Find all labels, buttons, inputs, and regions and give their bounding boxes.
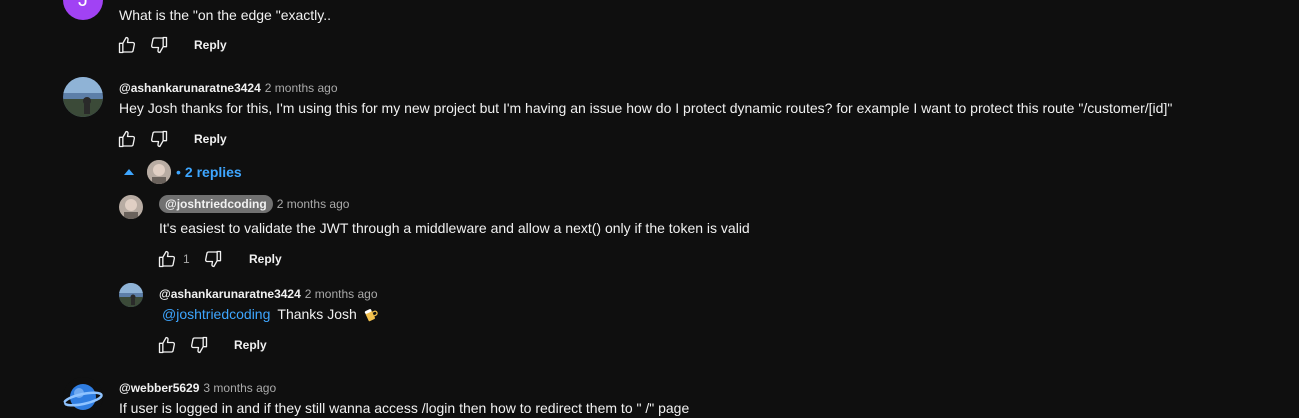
comment-header: @ashankarunaratne3424 2 months ago	[159, 285, 378, 303]
dislike-icon[interactable]	[149, 35, 169, 55]
like-icon[interactable]	[157, 249, 177, 269]
comment-header: @webber5629 3 months ago	[119, 379, 276, 397]
comment-time[interactable]: 2 months ago	[265, 81, 338, 95]
like-icon[interactable]	[157, 335, 177, 355]
reply-button[interactable]: Reply	[249, 252, 282, 266]
author-name[interactable]: @ashankarunaratne3424	[119, 81, 261, 95]
comment-time[interactable]: 3 months ago	[203, 381, 276, 395]
author-chip[interactable]: @joshtriedcoding	[159, 195, 273, 213]
comment-text: @joshtriedcoding Thanks Josh	[162, 306, 379, 322]
avatar[interactable]	[63, 77, 103, 117]
comment-text: It's easiest to validate the JWT through…	[159, 220, 750, 236]
avatar[interactable]	[63, 377, 103, 417]
caret-up-icon	[124, 169, 134, 175]
beer-emoji-icon	[363, 306, 379, 322]
comment-text: If user is logged in and if they still w…	[119, 400, 690, 416]
avatar[interactable]	[119, 195, 143, 219]
reply-button[interactable]: Reply	[194, 38, 227, 52]
comment-time[interactable]: 2 months ago	[305, 287, 378, 301]
comment-text: Hey Josh thanks for this, I'm using this…	[119, 100, 1173, 116]
avatar-letter: J	[78, 0, 88, 11]
dislike-icon[interactable]	[189, 335, 209, 355]
like-count: 1	[183, 252, 190, 266]
like-icon[interactable]	[117, 35, 137, 55]
mention-link[interactable]: @joshtriedcoding	[162, 306, 270, 322]
comment-text: What is the "on the edge "exactly..	[119, 7, 332, 23]
comment-header: @joshtriedcoding 2 months ago	[159, 195, 349, 213]
reply-button[interactable]: Reply	[194, 132, 227, 146]
dislike-icon[interactable]	[203, 249, 223, 269]
avatar	[147, 160, 171, 184]
replies-toggle[interactable]: • 2 replies	[124, 160, 242, 184]
replies-bullet: •	[176, 164, 181, 180]
dislike-icon[interactable]	[149, 129, 169, 149]
comment-header: @ashankarunaratne3424 2 months ago	[119, 79, 338, 97]
comment-time[interactable]: 2 months ago	[277, 197, 350, 211]
replies-count[interactable]: 2 replies	[185, 164, 242, 180]
author-name[interactable]: @webber5629	[119, 381, 199, 395]
avatar[interactable]: J	[63, 0, 103, 20]
comment-body: Thanks Josh	[277, 306, 357, 322]
reply-button[interactable]: Reply	[234, 338, 267, 352]
like-icon[interactable]	[117, 129, 137, 149]
author-name[interactable]: @ashankarunaratne3424	[159, 287, 301, 301]
avatar[interactable]	[119, 283, 143, 307]
